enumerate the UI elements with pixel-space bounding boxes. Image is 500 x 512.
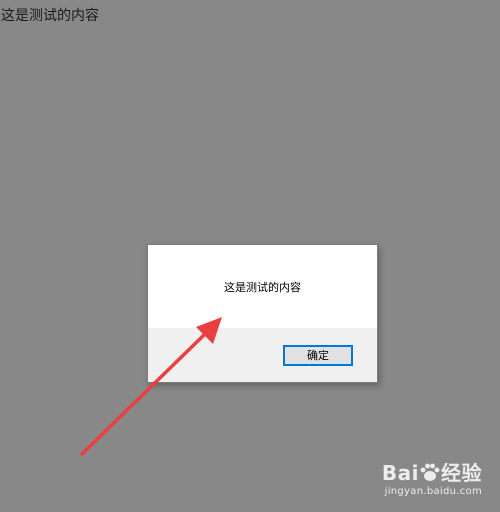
dialog-message: 这是测试的内容: [224, 281, 301, 294]
alert-dialog: 这是测试的内容 确定: [147, 244, 378, 383]
watermark-url: jingyan.baidu.com: [384, 486, 482, 497]
page-text: 这是测试的内容: [1, 8, 99, 24]
baidu-jingyan-watermark: Bai 经验 jingyan.baidu.com: [382, 462, 482, 499]
paw-icon: [419, 462, 441, 486]
dialog-body: 这是测试的内容: [148, 245, 377, 328]
dialog-footer: 确定: [148, 328, 377, 382]
watermark-brand-suffix: 经验: [441, 460, 482, 485]
watermark-brand-prefix: Bai: [381, 460, 419, 485]
ok-button[interactable]: 确定: [283, 345, 353, 366]
